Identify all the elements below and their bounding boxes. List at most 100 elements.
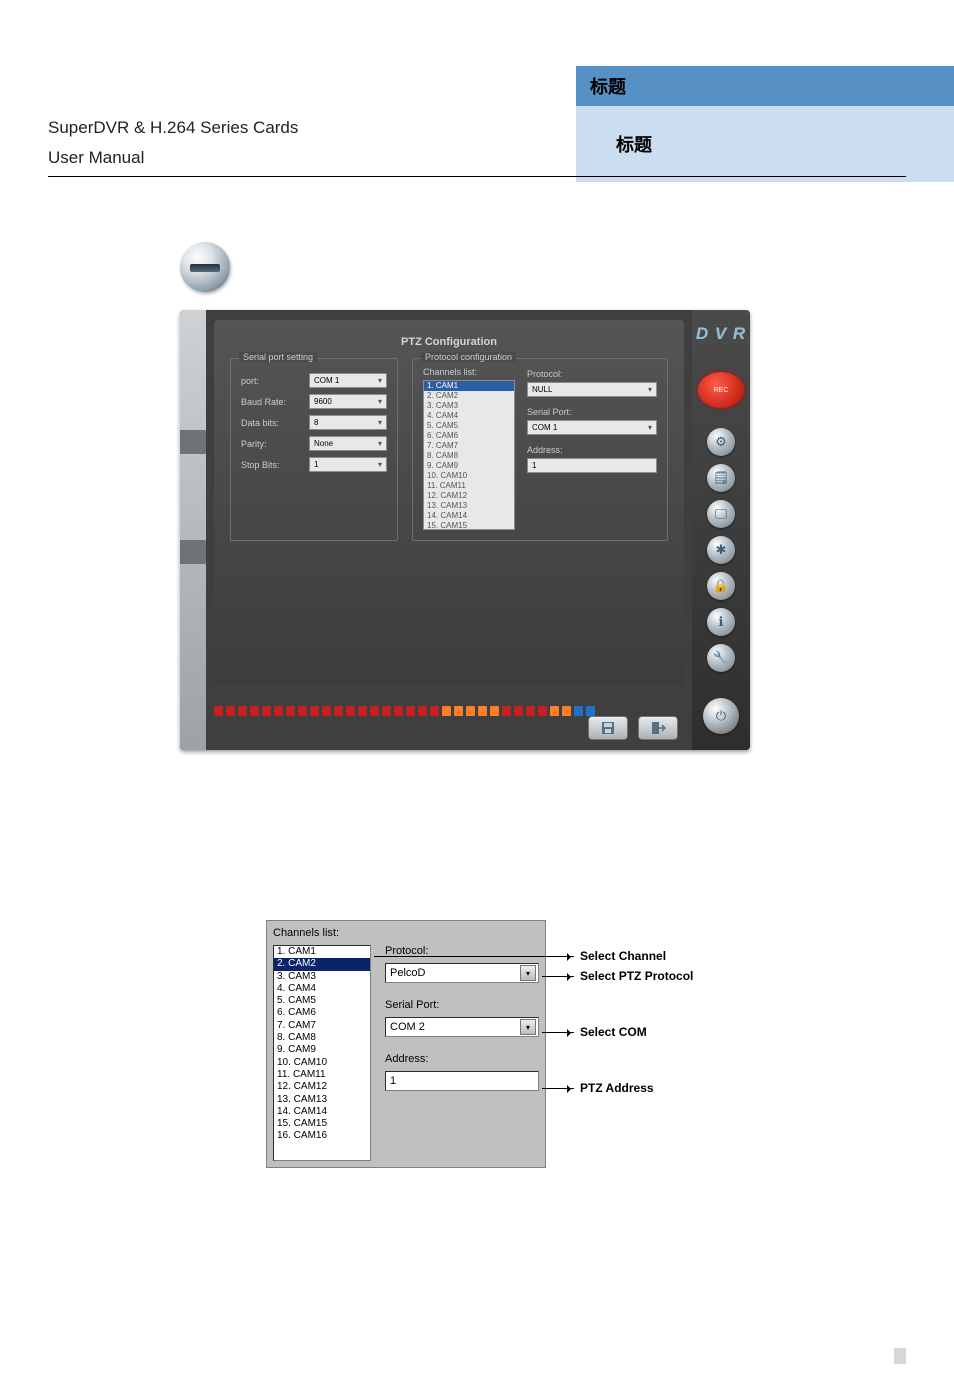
settings-button[interactable]: ⚙: [707, 428, 735, 456]
dialog-buttons: [588, 716, 678, 740]
channel-option[interactable]: 1. CAM1: [274, 946, 370, 958]
left-rail: [180, 310, 206, 750]
channel-dot: [346, 706, 355, 716]
chevron-down-icon: ▾: [520, 1019, 536, 1035]
rail-handle-icon: [180, 430, 206, 454]
parity-select[interactable]: None▾: [309, 436, 387, 451]
channel-dot: [298, 706, 307, 716]
channel-option[interactable]: 12. CAM12: [424, 491, 514, 501]
channel-option[interactable]: 5. CAM5: [274, 995, 370, 1007]
channel-option[interactable]: 3. CAM3: [424, 401, 514, 411]
channel-option[interactable]: 9. CAM9: [424, 461, 514, 471]
channel-dot: [406, 706, 415, 716]
schedule-button[interactable]: 🗒: [707, 464, 735, 492]
channel-option[interactable]: 4. CAM4: [274, 983, 370, 995]
channel-option[interactable]: 7. CAM7: [424, 441, 514, 451]
lock-button[interactable]: 🔒: [707, 572, 735, 600]
chevron-down-icon: ▾: [520, 965, 536, 981]
channel-dot: [238, 706, 247, 716]
stopbits-select[interactable]: 1▾: [309, 457, 387, 472]
port-select[interactable]: COM 1▾: [309, 373, 387, 388]
section-icon: [180, 242, 236, 298]
chevron-down-icon: ▾: [378, 460, 382, 469]
tools-button[interactable]: 🔧: [707, 644, 735, 672]
doc-title-line1: SuperDVR & H.264 Series Cards: [48, 118, 298, 138]
channel-option[interactable]: 2. CAM2: [424, 391, 514, 401]
channel-dot: [226, 706, 235, 716]
channel-option[interactable]: 5. CAM5: [424, 421, 514, 431]
info-button[interactable]: ℹ: [707, 608, 735, 636]
channel-dot: [274, 706, 283, 716]
save-button[interactable]: [588, 716, 628, 740]
channel-option[interactable]: 11. CAM11: [274, 1069, 370, 1081]
chevron-down-icon: ▾: [378, 439, 382, 448]
channel-dot: [382, 706, 391, 716]
protocol-label: Protocol:: [527, 369, 657, 379]
channel-dot: [454, 706, 463, 716]
channel-dot: [526, 706, 535, 716]
channel-option[interactable]: 1. CAM1: [424, 381, 514, 391]
channel-option[interactable]: 10. CAM10: [274, 1057, 370, 1069]
power-button[interactable]: ⏻: [703, 698, 739, 734]
parity-label: Parity:: [241, 439, 301, 449]
protocol-select[interactable]: NULL▾: [527, 382, 657, 397]
ptz-config-panel: PTZ Configuration Serial port setting po…: [214, 320, 684, 686]
channel-option[interactable]: 14. CAM14: [424, 511, 514, 521]
ptz-config-screenshot: PTZ Configuration Serial port setting po…: [180, 310, 750, 750]
channel-dot: [214, 706, 223, 716]
channels-listbox[interactable]: 1. CAM12. CAM23. CAM34. CAM45. CAM56. CA…: [423, 380, 515, 530]
channels-list-label-2: Channels list:: [273, 927, 339, 939]
channel-dot: [442, 706, 451, 716]
channel-option[interactable]: 6. CAM6: [424, 431, 514, 441]
serialport-select-2[interactable]: COM 1▾: [527, 420, 657, 435]
channel-dot: [574, 706, 583, 716]
channel-option[interactable]: 4. CAM4: [424, 411, 514, 421]
channel-option[interactable]: 15. CAM15: [424, 521, 514, 530]
databits-select[interactable]: 8▾: [309, 415, 387, 430]
lock-icon: 🔒: [713, 578, 729, 594]
exit-button[interactable]: [638, 716, 678, 740]
baud-label: Baud Rate:: [241, 397, 301, 407]
chevron-down-icon: ▾: [648, 385, 652, 394]
channel-option[interactable]: 3. CAM3: [274, 971, 370, 983]
channel-dot: [334, 706, 343, 716]
serialport-select-3[interactable]: COM 2▾: [385, 1017, 539, 1037]
channel-dot: [478, 706, 487, 716]
channel-option[interactable]: 10. CAM10: [424, 471, 514, 481]
channel-option[interactable]: 15. CAM15: [274, 1118, 370, 1130]
channel-option[interactable]: 6. CAM6: [274, 1007, 370, 1019]
address-input[interactable]: 1: [527, 458, 657, 473]
channel-option[interactable]: 2. CAM2: [274, 958, 370, 970]
annotation-select-protocol: Select PTZ Protocol: [580, 969, 693, 983]
serial-port-legend: Serial port setting: [239, 352, 317, 362]
channel-dot: [502, 706, 511, 716]
channel-option[interactable]: 12. CAM12: [274, 1081, 370, 1093]
rail-handle-icon: [180, 540, 206, 564]
ptz-button[interactable]: ✱: [707, 536, 735, 564]
channel-dot: [370, 706, 379, 716]
serial-port-group: Serial port setting port:COM 1▾ Baud Rat…: [230, 358, 398, 541]
arrow-select-protocol: [542, 976, 574, 977]
channel-option[interactable]: 7. CAM7: [274, 1020, 370, 1032]
banner-bottom-text: 标题: [616, 131, 652, 157]
arrow-ptz-address: [542, 1088, 574, 1089]
annotation-ptz-address: PTZ Address: [580, 1081, 654, 1095]
channel-option[interactable]: 13. CAM13: [274, 1094, 370, 1106]
channel-option[interactable]: 14. CAM14: [274, 1106, 370, 1118]
stopbits-label: Stop Bits:: [241, 460, 301, 470]
address-input-2[interactable]: 1: [385, 1071, 539, 1091]
channel-option[interactable]: 13. CAM13: [424, 501, 514, 511]
chevron-down-icon: ▾: [648, 423, 652, 432]
channel-option[interactable]: 8. CAM8: [274, 1032, 370, 1044]
channels-listbox-2[interactable]: 1. CAM12. CAM23. CAM34. CAM45. CAM56. CA…: [273, 945, 371, 1161]
serialport-label-2: Serial Port:: [527, 407, 657, 417]
record-indicator[interactable]: REC: [698, 372, 744, 408]
channel-option[interactable]: 9. CAM9: [274, 1044, 370, 1056]
protocol-select-2[interactable]: PelcoD▾: [385, 963, 539, 983]
baud-select[interactable]: 9600▾: [309, 394, 387, 409]
channel-option[interactable]: 16. CAM16: [274, 1130, 370, 1142]
channel-option[interactable]: 11. CAM11: [424, 481, 514, 491]
page-number-box: [894, 1348, 906, 1364]
display-button[interactable]: 🖵: [707, 500, 735, 528]
channel-option[interactable]: 8. CAM8: [424, 451, 514, 461]
